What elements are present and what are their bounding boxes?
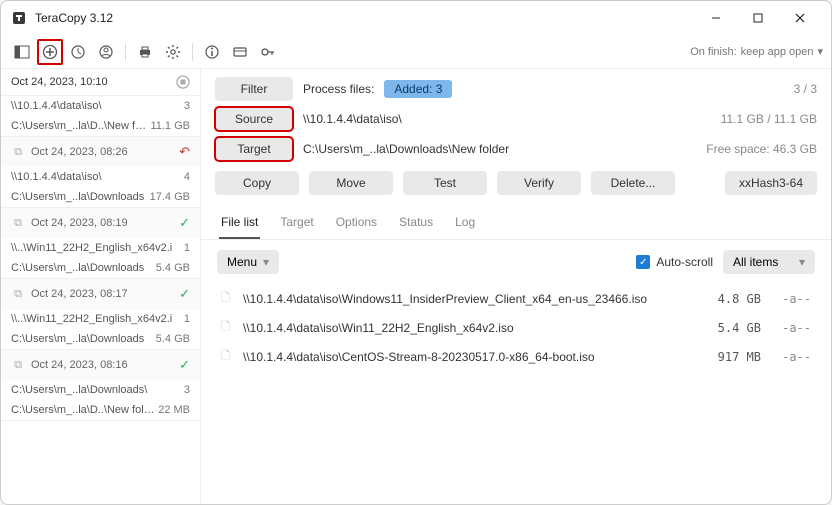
verify-button[interactable]: Verify — [497, 171, 581, 195]
file-size: 5.4 GB — [691, 321, 761, 335]
file-name: \\10.1.4.4\data\iso\CentOS-Stream-8-2023… — [243, 350, 691, 364]
stop-icon[interactable] — [176, 75, 190, 89]
key-icon[interactable] — [255, 39, 281, 65]
filter-button[interactable]: Filter — [215, 77, 293, 101]
history-icon[interactable] — [65, 39, 91, 65]
history-item[interactable]: ⧉ Oct 24, 2023, 08:19✓ \\..\Win11_22H2_Eng… — [1, 208, 200, 279]
file-row[interactable]: 🗋 \\10.1.4.4\data\iso\CentOS-Stream-8-202… — [217, 342, 815, 371]
on-finish-value: keep app open — [741, 46, 814, 58]
new-transfer-icon[interactable] — [37, 39, 63, 65]
chevron-down-icon: ▾ — [263, 255, 269, 269]
tab-options[interactable]: Options — [334, 209, 379, 239]
file-attr: -a-- — [761, 321, 811, 335]
target-free: Free space: 46.3 GB — [706, 142, 817, 156]
history-dst: C:\Users\m_..la\Downloads — [11, 191, 150, 203]
user-icon[interactable] — [93, 39, 119, 65]
history-item[interactable]: ⧉ Oct 24, 2023, 08:16✓ C:\Users\m_..la\Dow… — [1, 350, 200, 421]
file-icon: 🗋 — [221, 289, 237, 308]
check-icon: ✓ — [179, 357, 190, 373]
app-window: TeraCopy 3.12 On finish: keep app open ▾… — [0, 0, 832, 505]
main-toolbar: On finish: keep app open ▾ — [1, 35, 831, 69]
file-name: \\10.1.4.4\data\iso\Windows11_InsiderPre… — [243, 292, 691, 306]
hash-button[interactable]: xxHash3-64 — [725, 171, 817, 195]
history-src: \\..\Win11_22H2_English_x64v2.i — [11, 313, 184, 325]
tab-target[interactable]: Target — [278, 209, 315, 239]
file-name: \\10.1.4.4\data\iso\Win11_22H2_English_x… — [243, 321, 691, 335]
settings-icon[interactable] — [160, 39, 186, 65]
copy-button[interactable]: Copy — [215, 171, 299, 195]
file-counter: 3 / 3 — [794, 82, 817, 96]
file-size: 4.8 GB — [691, 292, 761, 306]
maximize-button[interactable] — [737, 3, 779, 33]
file-row[interactable]: 🗋 \\10.1.4.4\data\iso\Windows11_InsiderPr… — [217, 284, 815, 313]
history-time: Oct 24, 2023, 08:17 — [31, 288, 179, 300]
sidebar-current-header[interactable]: Oct 24, 2023, 10:10 — [1, 69, 200, 96]
added-badge[interactable]: Added: 3 — [384, 80, 452, 98]
main-panel: Filter Process files: Added: 3 3 / 3 Sou… — [201, 69, 831, 504]
history-src: \\..\Win11_22H2_English_x64v2.i — [11, 242, 184, 254]
current-target-row: C:\Users\m_..la\D..\New folder 11.1 GB — [1, 116, 200, 137]
history-dst: C:\Users\m_..la\Downloads — [11, 333, 156, 345]
current-source-row: \\10.1.4.4\data\iso\ 3 — [1, 96, 200, 116]
card-icon[interactable] — [227, 39, 253, 65]
history-sidebar: Oct 24, 2023, 10:10 \\10.1.4.4\data\iso\… — [1, 69, 201, 504]
toggle-sidebar-icon[interactable] — [9, 39, 35, 65]
history-time: Oct 24, 2023, 08:16 — [31, 359, 179, 371]
menu-dropdown[interactable]: Menu ▾ — [217, 250, 279, 274]
chevron-down-icon: ▾ — [799, 255, 805, 269]
history-src: \\10.1.4.4\data\iso\ — [11, 171, 184, 183]
check-icon: ✓ — [179, 215, 190, 231]
titlebar[interactable]: TeraCopy 3.12 — [1, 1, 831, 35]
tab-bar: File list Target Options Status Log — [201, 203, 831, 240]
tab-status[interactable]: Status — [397, 209, 435, 239]
process-files-label: Process files: — [303, 82, 374, 96]
file-icon: 🗋 — [221, 347, 237, 366]
filter-dropdown[interactable]: All items ▾ — [723, 250, 815, 274]
copy-icon: ⧉ — [11, 359, 25, 372]
copy-icon: ⧉ — [11, 217, 25, 230]
app-icon — [11, 10, 27, 26]
history-src: C:\Users\m_..la\Downloads\ — [11, 384, 184, 396]
file-list[interactable]: 🗋 \\10.1.4.4\data\iso\Windows11_InsiderPr… — [201, 284, 831, 504]
on-finish-label: On finish: — [690, 46, 736, 58]
history-time: Oct 24, 2023, 08:26 — [31, 146, 179, 158]
history-item[interactable]: ⧉ Oct 24, 2023, 08:26↶ \\10.1.4.4\data\iso… — [1, 137, 200, 208]
minimize-button[interactable] — [695, 3, 737, 33]
window-title: TeraCopy 3.12 — [35, 11, 113, 25]
tab-filelist[interactable]: File list — [219, 209, 260, 239]
file-icon: 🗋 — [221, 318, 237, 337]
tab-log[interactable]: Log — [453, 209, 477, 239]
undo-icon: ↶ — [179, 144, 190, 160]
test-button[interactable]: Test — [403, 171, 487, 195]
copy-icon: ⧉ — [11, 146, 25, 159]
on-finish-dropdown[interactable]: On finish: keep app open ▾ — [690, 45, 823, 58]
file-size: 917 MB — [691, 350, 761, 364]
source-path: \\10.1.4.4\data\iso\ — [303, 112, 402, 126]
file-row[interactable]: 🗋 \\10.1.4.4\data\iso\Win11_22H2_English_… — [217, 313, 815, 342]
check-icon: ✓ — [636, 255, 650, 269]
move-button[interactable]: Move — [309, 171, 393, 195]
history-item[interactable]: ⧉ Oct 24, 2023, 08:17✓ \\..\Win11_22H2_Eng… — [1, 279, 200, 350]
file-attr: -a-- — [761, 292, 811, 306]
print-icon[interactable] — [132, 39, 158, 65]
info-icon[interactable] — [199, 39, 225, 65]
history-dst: C:\Users\m_..la\D..\New folder — [11, 404, 158, 416]
copy-icon: ⧉ — [11, 288, 25, 301]
history-time: Oct 24, 2023, 08:19 — [31, 217, 179, 229]
history-dst: C:\Users\m_..la\Downloads — [11, 262, 156, 274]
target-path: C:\Users\m_..la\Downloads\New folder — [303, 142, 509, 156]
file-attr: -a-- — [761, 350, 811, 364]
source-size: 11.1 GB / 11.1 GB — [721, 112, 817, 126]
check-icon: ✓ — [179, 286, 190, 302]
close-button[interactable] — [779, 3, 821, 33]
delete-button[interactable]: Delete... — [591, 171, 675, 195]
chevron-down-icon: ▾ — [817, 45, 823, 58]
current-job-time: Oct 24, 2023, 10:10 — [11, 76, 176, 88]
autoscroll-checkbox[interactable]: ✓ Auto-scroll — [636, 255, 713, 269]
target-button[interactable]: Target — [215, 137, 293, 161]
source-button[interactable]: Source — [215, 107, 293, 131]
